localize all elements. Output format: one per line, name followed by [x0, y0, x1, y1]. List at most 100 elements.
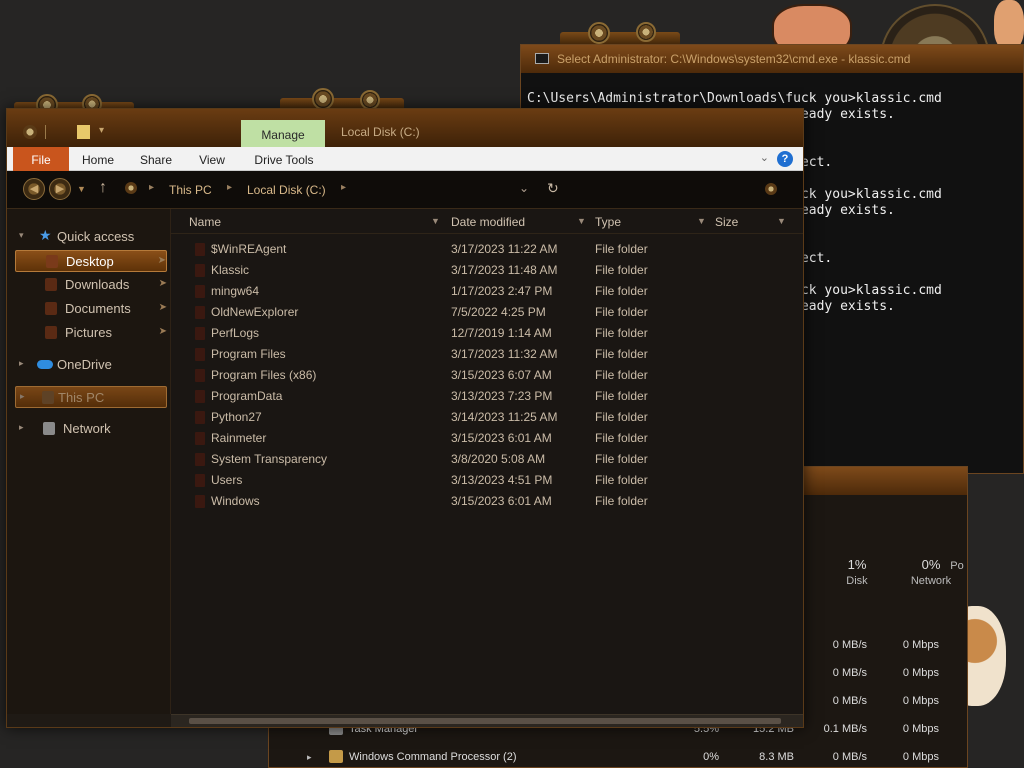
help-icon[interactable]: ?	[777, 151, 793, 167]
explorer-titlebar[interactable]: ▾ Manage Local Disk (C:)	[7, 109, 803, 147]
breadcrumb-separator-icon[interactable]: ▸	[341, 182, 346, 193]
breadcrumb-separator-icon[interactable]: ▸	[227, 182, 232, 193]
file-type: File folder	[595, 431, 648, 445]
nav-quick-access[interactable]: ▾ ★ Quick access	[13, 226, 163, 248]
console-icon	[535, 53, 549, 64]
process-row[interactable]: ▸ Windows Command Processor (2) 0% 8.3 M…	[269, 743, 949, 768]
navigation-pane[interactable]: ▾ ★ Quick access Desktop ➤ Downloads ➤ D…	[7, 209, 171, 714]
folder-icon	[195, 432, 205, 445]
column-header-size[interactable]: Size	[715, 215, 738, 229]
folder-icon	[195, 411, 205, 424]
file-row[interactable]: Klassic 3/17/2023 11:48 AM File folder	[171, 260, 791, 281]
recent-locations-chevron-icon[interactable]: ▼	[77, 184, 86, 194]
file-date-modified: 3/17/2023 11:32 AM	[451, 347, 558, 361]
power-column-header: Po	[950, 560, 964, 572]
breadcrumb-separator-icon[interactable]: ▸	[149, 182, 154, 193]
column-header-type[interactable]: Type	[595, 215, 621, 229]
gauge-icon	[588, 22, 610, 44]
expand-chevron-icon[interactable]: ▸	[307, 752, 315, 762]
nav-network[interactable]: ▸ Network	[13, 418, 163, 440]
tab-share[interactable]: Share	[135, 147, 177, 171]
refresh-icon[interactable]: ↻	[547, 180, 559, 197]
file-row[interactable]: Program Files (x86) 3/15/2023 6:07 AM File…	[171, 365, 791, 386]
process-disk: 0.1 MB/s	[823, 723, 867, 735]
customize-qat-icon[interactable]: ▾	[99, 125, 107, 139]
nav-onedrive[interactable]: ▸ OneDrive	[13, 354, 163, 376]
nav-item-pictures[interactable]: Pictures ➤	[15, 322, 167, 344]
console-line: C:\Users\Administrator\Downloads\fuck yo…	[527, 91, 942, 106]
tab-manage[interactable]: Manage	[241, 120, 325, 147]
cmd-icon	[329, 750, 343, 763]
address-bar: ◀ ▶ ▼ ↑ ▸ This PC ▸ Local Disk (C:) ▸ ⌄ …	[7, 171, 803, 209]
file-row[interactable]: $WinREAgent 3/17/2023 11:22 AM File folder	[171, 239, 791, 260]
nav-label: Downloads	[65, 277, 130, 292]
horizontal-scrollbar[interactable]	[171, 714, 803, 727]
column-header-name[interactable]: Name	[189, 215, 221, 229]
pin-icon[interactable]: ➤	[159, 302, 167, 313]
file-row[interactable]: mingw64 1/17/2023 2:47 PM File folder	[171, 281, 791, 302]
file-row[interactable]: Rainmeter 3/15/2023 6:01 AM File folder	[171, 428, 791, 449]
pin-icon[interactable]: ➤	[159, 326, 167, 337]
expand-chevron-icon[interactable]: ▸	[19, 358, 24, 369]
file-row[interactable]: Program Files 3/17/2023 11:32 AM File fold…	[171, 344, 791, 365]
breadcrumb-this-pc[interactable]: This PC	[169, 183, 212, 197]
expand-chevron-icon[interactable]: ▾	[19, 230, 24, 241]
file-type: File folder	[595, 263, 648, 277]
column-sort-chevron-icon[interactable]: ▼	[777, 216, 786, 226]
column-sort-chevron-icon[interactable]: ▼	[577, 216, 586, 226]
process-disk: 0 MB/s	[832, 667, 867, 679]
folder-icon	[195, 327, 205, 340]
column-sort-chevron-icon[interactable]: ▼	[431, 216, 440, 226]
explorer-app-icon[interactable]	[23, 125, 37, 139]
back-button[interactable]: ◀	[23, 178, 45, 200]
process-cpu: 0%	[703, 751, 719, 763]
disk-usage-stat[interactable]: 1% Disk	[827, 557, 887, 587]
folder-icon	[195, 264, 205, 277]
file-row[interactable]: Python27 3/14/2023 11:25 AM File folder	[171, 407, 791, 428]
pin-icon[interactable]: ➤	[159, 278, 167, 289]
tab-file[interactable]: File	[13, 147, 69, 171]
file-name: Users	[211, 473, 243, 487]
file-row[interactable]: Users 3/13/2023 4:51 PM File folder	[171, 470, 791, 491]
file-date-modified: 3/13/2023 4:51 PM	[451, 473, 553, 487]
breadcrumb-local-disk[interactable]: Local Disk (C:)	[247, 183, 326, 197]
folder-icon[interactable]	[77, 125, 90, 139]
nav-this-pc[interactable]: ▸ This PC	[15, 386, 167, 408]
file-row[interactable]: Windows 3/15/2023 6:01 AM File folder	[171, 491, 791, 512]
file-row[interactable]: ProgramData 3/13/2023 7:23 PM File folder	[171, 386, 791, 407]
scrollbar-thumb[interactable]	[189, 718, 781, 724]
pin-icon[interactable]: ➤	[158, 255, 166, 266]
file-row[interactable]: OldNewExplorer 7/5/2022 4:25 PM File folde…	[171, 302, 791, 323]
forward-button[interactable]: ▶	[49, 178, 71, 200]
process-name: Windows Command Processor (2)	[349, 751, 517, 763]
up-arrow-icon[interactable]: ↑	[99, 179, 107, 197]
ribbon-expand-chevron-icon[interactable]: ⌄	[760, 151, 769, 164]
file-explorer-window[interactable]: ▾ Manage Local Disk (C:) File Home Share…	[6, 108, 804, 728]
address-dropdown-chevron-icon[interactable]: ⌄	[519, 181, 529, 195]
nav-label: OneDrive	[57, 357, 112, 372]
power-usage-stat[interactable]: Po	[947, 557, 967, 572]
expand-chevron-icon[interactable]: ▸	[20, 391, 25, 402]
folder-icon	[195, 243, 205, 256]
column-sort-chevron-icon[interactable]: ▼	[697, 216, 706, 226]
this-pc-icon	[125, 182, 137, 194]
nav-item-desktop[interactable]: Desktop ➤	[15, 250, 167, 272]
expand-chevron-icon[interactable]: ▸	[19, 422, 24, 433]
file-date-modified: 7/5/2022 4:25 PM	[451, 305, 546, 319]
column-header-date[interactable]: Date modified	[451, 215, 525, 229]
file-list[interactable]: Name ▼ Date modified ▼ Type ▼ Size ▼ $Wi…	[171, 209, 803, 714]
tab-home[interactable]: Home	[77, 147, 119, 171]
file-row[interactable]: PerfLogs 12/7/2019 1:14 AM File folder	[171, 323, 791, 344]
process-disk: 0 MB/s	[832, 751, 867, 763]
search-gear-icon[interactable]	[765, 183, 777, 195]
tab-view[interactable]: View	[193, 147, 231, 171]
nav-item-documents[interactable]: Documents ➤	[15, 298, 167, 320]
cmd-titlebar[interactable]: Select Administrator: C:\Windows\system3…	[521, 45, 1023, 73]
tab-drive-tools[interactable]: Drive Tools	[245, 147, 323, 171]
file-name: Program Files	[211, 347, 286, 361]
nav-label: This PC	[58, 390, 105, 405]
file-name: System Transparency	[211, 452, 328, 466]
file-row[interactable]: System Transparency 3/8/2020 5:08 AM File …	[171, 449, 791, 470]
nav-item-downloads[interactable]: Downloads ➤	[15, 274, 167, 296]
file-name: OldNewExplorer	[211, 305, 299, 319]
